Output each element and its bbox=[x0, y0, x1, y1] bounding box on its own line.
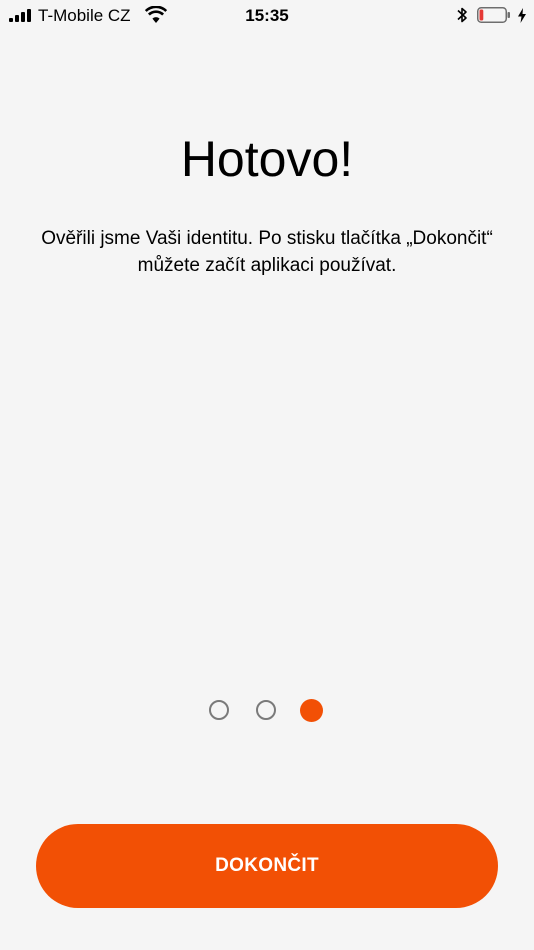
page-dot-3-active bbox=[300, 699, 323, 722]
page-indicator bbox=[209, 699, 325, 724]
page-title: Hotovo! bbox=[180, 131, 354, 187]
battery-icon bbox=[477, 7, 510, 23]
page-dot-1 bbox=[209, 700, 229, 720]
clock: 15:35 bbox=[245, 6, 289, 25]
charging-bolt-icon bbox=[518, 8, 526, 23]
status-bar: T-Mobile CZ 15:35 bbox=[0, 0, 534, 32]
confirmation-message: Ověřili jsme Vaši identitu. Po stisku tl… bbox=[41, 228, 493, 276]
page-dot-2 bbox=[256, 700, 276, 720]
bluetooth-icon bbox=[457, 7, 467, 23]
finish-button[interactable]: DOKONČIT bbox=[36, 824, 498, 908]
